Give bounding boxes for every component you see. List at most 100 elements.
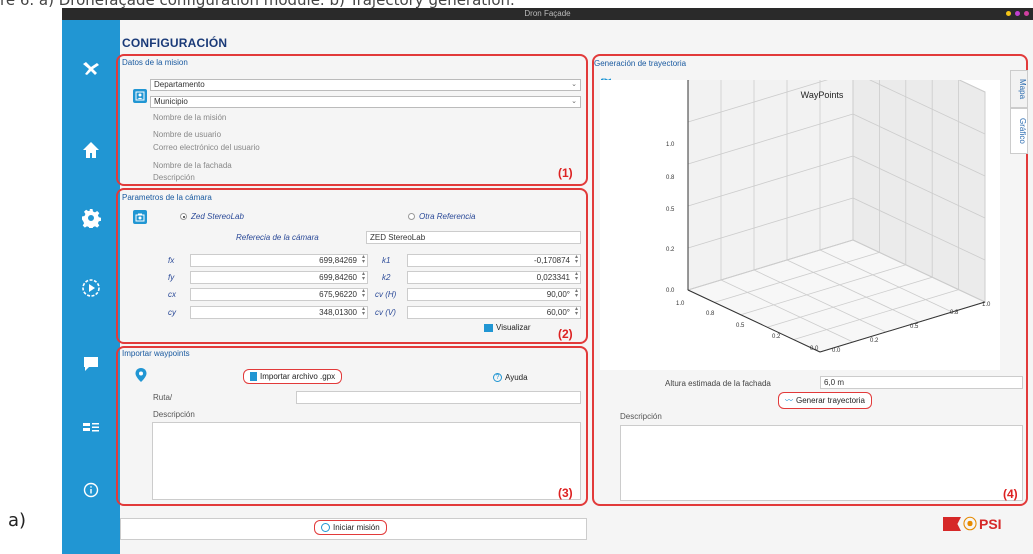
nombre-usuario-field[interactable]: Nombre de usuario (153, 130, 221, 139)
info-icon[interactable] (77, 480, 105, 504)
tab-grafico[interactable]: Gráfico (1010, 108, 1028, 154)
param-label: cv (H) (375, 290, 397, 299)
y-tick-label: 1.0 (982, 302, 991, 308)
departamento-select[interactable]: Departamento ⌄ (150, 79, 581, 91)
radio-zed[interactable]: Zed StereoLab (180, 212, 244, 221)
spinner-arrows-icon: ▴ ▾ (574, 306, 578, 317)
waypoints-plot[interactable]: WayPoints 0.0 0.2 0.5 0.8 1.0 1.0 0.8 0.5 0.2 0.0 0… (600, 29, 1000, 370)
flag-icon (943, 517, 961, 531)
descripcion-field[interactable]: Descripción (153, 173, 195, 182)
ruta-input[interactable] (296, 391, 581, 404)
y-tick-label: 0.5 (910, 324, 919, 330)
param-input[interactable]: -0,170874 ▴ ▾ (407, 254, 581, 267)
z-tick-label: 0.2 (666, 247, 675, 253)
tab-mapa[interactable]: Mapa (1010, 70, 1028, 108)
param-input[interactable]: 699,84269 ▴ ▾ (190, 254, 368, 267)
param-label: fx (168, 256, 175, 265)
spinner-arrows-icon: ▴ ▾ (361, 254, 365, 265)
help-icon: ? (493, 373, 502, 382)
param-label: k2 (382, 273, 391, 282)
minimize-dot[interactable] (1006, 11, 1011, 16)
play-circle-icon[interactable] (77, 278, 105, 302)
title-bar: Dron Façade (62, 8, 1033, 20)
section-number-3: (3) (558, 486, 573, 500)
param-label: k1 (382, 256, 391, 265)
altura-label: Altura estimada de la fachada (665, 379, 771, 388)
radio-dot-off (408, 213, 415, 221)
x-tick-label: 0.0 (810, 346, 819, 352)
section-number-1: (1) (558, 166, 573, 180)
wp-descripcion-input[interactable] (152, 422, 581, 500)
close-dot[interactable] (1024, 11, 1029, 16)
visualizar-button[interactable]: Visualizar (484, 323, 531, 332)
play-icon (321, 523, 330, 532)
drone-icon[interactable] (77, 60, 105, 84)
window-title: Dron Façade (524, 9, 571, 18)
y-tick-label: 0.0 (832, 348, 841, 354)
param-input[interactable]: 0,023341 ▴ ▾ (407, 271, 581, 284)
spinner-arrows-icon: ▴ ▾ (574, 271, 578, 282)
generar-trayectoria-button[interactable]: 〰 Generar trayectoria (778, 392, 872, 409)
chat-icon[interactable] (77, 354, 105, 378)
maximize-dot[interactable] (1015, 11, 1020, 16)
trajectory-group-label: Generación de trayectoria (594, 59, 687, 68)
section-number-2: (2) (558, 327, 573, 341)
page-title: CONFIGURACIÓN (122, 36, 228, 50)
y-tick-label: 0.2 (870, 338, 879, 344)
spinner-arrows-icon: ▴ ▾ (361, 271, 365, 282)
iniciar-mision-button[interactable]: Iniciar misión (314, 520, 387, 535)
camera-ref-label: Referecia de la cámara (236, 233, 319, 242)
list-icon[interactable] (77, 418, 105, 442)
x-tick-label: 0.5 (736, 323, 745, 329)
logo-text: PSI (979, 516, 1002, 532)
tr-descripcion-label: Descripción (620, 412, 662, 421)
section-number-4: (4) (1003, 487, 1018, 501)
figure-label: a) (8, 510, 27, 531)
camera-icon (133, 210, 147, 224)
spinner-arrows-icon: ▴ ▾ (574, 288, 578, 299)
correo-field[interactable]: Correo electrónico del usuario (153, 143, 260, 152)
tr-descripcion-input[interactable] (620, 425, 1023, 501)
param-input[interactable]: 675,96220 ▴ ▾ (190, 288, 368, 301)
ayuda-button[interactable]: ? Ayuda (493, 373, 528, 382)
param-label: fy (168, 273, 175, 282)
nombre-mision-field[interactable]: Nombre de la misión (153, 113, 226, 122)
import-gpx-button[interactable]: Importar archivo .gpx (243, 369, 343, 384)
psi-logo: ⦿ PSI (943, 514, 1002, 534)
param-label: cy (168, 308, 176, 317)
trend-icon: 〰 (785, 396, 793, 405)
spinner-arrows-icon: ▴ ▾ (574, 254, 578, 265)
user-card-icon (133, 89, 147, 103)
chevron-down-icon: ⌄ (571, 81, 577, 88)
target-icon: ⦿ (963, 516, 977, 532)
sidebar (62, 20, 120, 554)
z-tick-label: 0.0 (666, 288, 675, 294)
waypoints-group-label: Importar waypoints (122, 349, 190, 358)
y-tick-label: 0.8 (950, 310, 959, 316)
municipio-select[interactable]: Municipio ⌄ (150, 96, 581, 108)
spinner-arrows-icon: ▴ ▾ (361, 306, 365, 317)
param-input[interactable]: 90,00° ▴ ▾ (407, 288, 581, 301)
radio-dot-on (180, 213, 187, 221)
param-label: cv (V) (375, 308, 396, 317)
altura-input[interactable]: 6,0 m (820, 376, 1023, 389)
param-label: cx (168, 290, 176, 299)
fachada-field[interactable]: Nombre de la fachada (153, 161, 232, 170)
z-tick-label: 1.0 (666, 142, 675, 148)
param-input[interactable]: 699,84260 ▴ ▾ (190, 271, 368, 284)
z-tick-label: 0.5 (666, 207, 675, 213)
param-input[interactable]: 60,00° ▴ ▾ (407, 306, 581, 319)
location-pin-icon (134, 367, 148, 388)
gear-icon[interactable] (77, 208, 105, 232)
image-icon (484, 323, 493, 332)
camera-ref-input[interactable]: ZED StereoLab (366, 231, 581, 244)
wp-descripcion-label: Descripción (153, 410, 195, 419)
file-icon (250, 372, 257, 381)
param-input[interactable]: 348,01300 ▴ ▾ (190, 306, 368, 319)
z-tick-label: 0.8 (666, 175, 675, 181)
window-controls (1006, 11, 1029, 16)
x-tick-label: 0.8 (706, 311, 715, 317)
home-icon[interactable] (77, 140, 105, 164)
radio-otra[interactable]: Otra Referencia (408, 212, 475, 221)
spinner-arrows-icon: ▴ ▾ (361, 288, 365, 299)
